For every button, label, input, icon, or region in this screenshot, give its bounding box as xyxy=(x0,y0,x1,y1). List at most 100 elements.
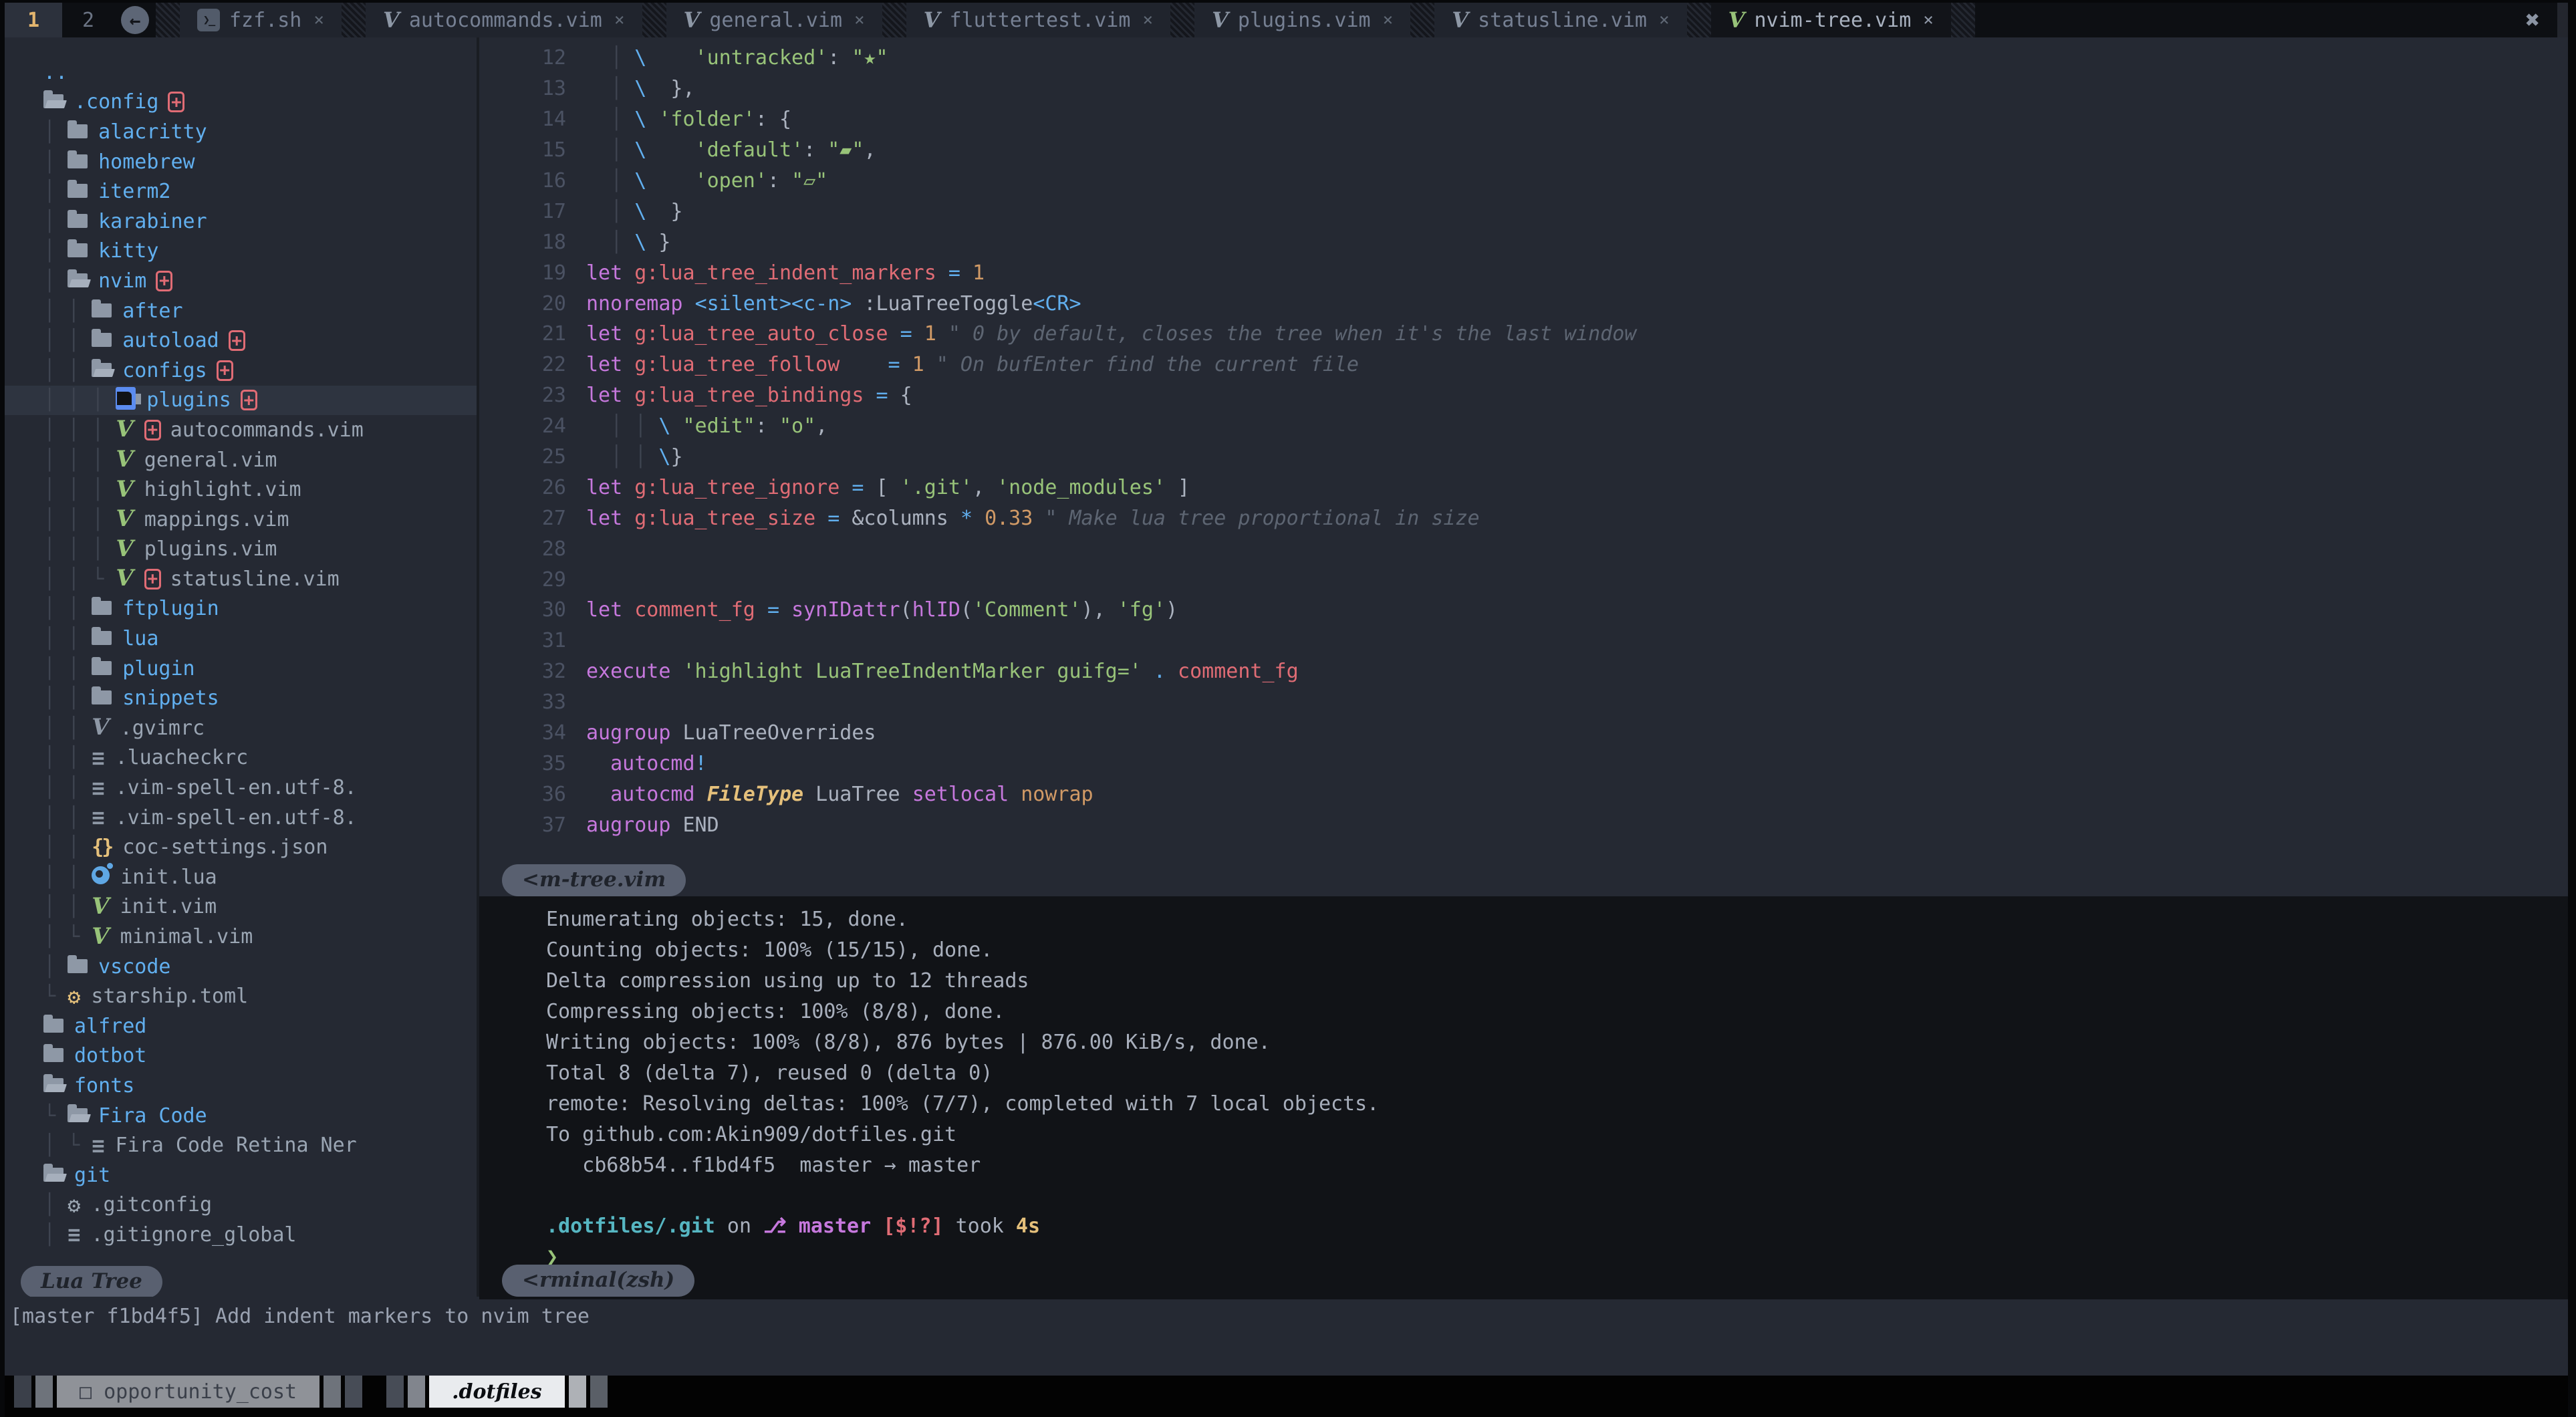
code-text: let comment_fg = synIDattr(hlID('Comment… xyxy=(586,598,1178,622)
tab-close-icon[interactable]: × xyxy=(1923,10,1934,30)
tree-row-kitty[interactable]: │ kitty xyxy=(5,237,477,267)
tree-row-nvim[interactable]: │ nvim+ xyxy=(5,266,477,296)
tree-row-after[interactable]: │ │ after xyxy=(5,296,477,326)
tree-row-homebrew[interactable]: │ homebrew xyxy=(5,147,477,177)
code-line[interactable]: 32execute 'highlight LuaTreeIndentMarker… xyxy=(479,656,2568,687)
tree-row-.gitconfig[interactable]: │ ⚙.gitconfig xyxy=(5,1190,477,1220)
close-all-icon[interactable]: ✖ xyxy=(2525,7,2540,34)
tab-close-icon[interactable]: × xyxy=(1659,10,1670,30)
tree-row-.gvimrc[interactable]: │ │ V.gvimrc xyxy=(5,713,477,743)
code-buffer[interactable]: 12 │ \ 'untracked': "★"13 │ \ },14 │ \ '… xyxy=(479,43,2568,840)
code-line[interactable]: 23let g:lua_tree_bindings = { xyxy=(479,380,2568,411)
tree-row-.vim-spell-en.utf-8.[interactable]: │ │ ≡.vim-spell-en.utf-8. xyxy=(5,803,477,833)
tmux-window-label[interactable]: .dotfiles xyxy=(429,1376,564,1408)
tab-fluttertest.vim[interactable]: Vfluttertest.vim× xyxy=(906,3,1170,37)
code-line[interactable]: 12 │ \ 'untracked': "★" xyxy=(479,43,2568,74)
tab-autocommands.vim[interactable]: Vautocommands.vim× xyxy=(366,3,642,37)
tree-row-statusline.vim[interactable]: │ │ └ V+statusline.vim xyxy=(5,564,477,594)
tab-statusline.vim[interactable]: Vstatusline.vim× xyxy=(1434,3,1686,37)
tree-row-coc-settings.json[interactable]: │ │ {}coc-settings.json xyxy=(5,832,477,862)
tab-nvim-tree.vim[interactable]: Vnvim-tree.vim× xyxy=(1711,3,1951,37)
tree-row-autocommands.vim[interactable]: │ │ │ V+autocommands.vim xyxy=(5,415,477,445)
tree-row-snippets[interactable]: │ │ snippets xyxy=(5,683,477,713)
tree-item-label: lua xyxy=(122,627,158,650)
icon-wrap xyxy=(68,955,88,979)
tree-row-.luacheckrc[interactable]: │ │ ≡.luacheckrc xyxy=(5,743,477,773)
tree-row-autoload[interactable]: │ │ autoload+ xyxy=(5,326,477,356)
tree-row-..[interactable]: .. xyxy=(5,57,477,88)
tree-row-.vim-spell-en.utf-8.[interactable]: │ │ ≡.vim-spell-en.utf-8. xyxy=(5,773,477,803)
tab-fzf.sh[interactable]: ❯_fzf.sh× xyxy=(180,3,342,37)
tree-row-iterm2[interactable]: │ iterm2 xyxy=(5,176,477,207)
code-text: let g:lua_tree_ignore = [ '.git', 'node_… xyxy=(586,476,1190,499)
code-line[interactable]: 25 │ │ \} xyxy=(479,442,2568,473)
tab-close-icon[interactable]: × xyxy=(1383,10,1394,30)
tab-number-1[interactable]: 1 xyxy=(5,3,62,37)
tree-row-init.lua[interactable]: │ │ init.lua xyxy=(5,862,477,892)
tree-row-init.vim[interactable]: │ │ Vinit.vim xyxy=(5,892,477,922)
tree-row-ftplugin[interactable]: │ │ ftplugin xyxy=(5,594,477,624)
tree-row-general.vim[interactable]: │ │ │ Vgeneral.vim xyxy=(5,445,477,475)
code-line[interactable]: 24 │ │ \ "edit": "o", xyxy=(479,411,2568,442)
tree-row-starship.toml[interactable]: └ ⚙starship.toml xyxy=(5,981,477,1011)
json-file-icon: {} xyxy=(92,835,112,859)
code-line[interactable]: 14 │ \ 'folder': { xyxy=(479,104,2568,135)
back-circle-icon[interactable]: ← xyxy=(121,6,149,34)
tab-number-2[interactable]: 2 xyxy=(62,3,114,37)
tree-row-git[interactable]: git xyxy=(5,1160,477,1190)
code-line[interactable]: 33 xyxy=(479,687,2568,718)
tree-row-FiraCode[interactable]: └ Fira Code xyxy=(5,1101,477,1131)
tree-row-mappings.vim[interactable]: │ │ │ Vmappings.vim xyxy=(5,505,477,535)
tree-row-plugin[interactable]: │ │ plugin xyxy=(5,654,477,684)
tree-row-highlight.vim[interactable]: │ │ │ Vhighlight.vim xyxy=(5,475,477,505)
code-line[interactable]: 16 │ \ 'open': "▱" xyxy=(479,166,2568,197)
tree-row-.config[interactable]: .config+ xyxy=(5,88,477,118)
code-line[interactable]: 20nnoremap <silent><c-n> :LuaTreeToggle<… xyxy=(479,288,2568,319)
tab-close-icon[interactable]: × xyxy=(1142,10,1153,30)
tmux-window-label[interactable]: □ opportunity_cost xyxy=(57,1376,319,1408)
code-line[interactable]: 29 xyxy=(479,564,2568,595)
tree-row-minimal.vim[interactable]: │ └ Vminimal.vim xyxy=(5,922,477,952)
code-line[interactable]: 19let g:lua_tree_indent_markers = 1 xyxy=(479,257,2568,288)
tmux-window-2[interactable]: .dotfiles xyxy=(386,1376,611,1408)
code-line[interactable]: 37augroup END xyxy=(479,809,2568,840)
code-line[interactable]: 21let g:lua_tree_auto_close = 1 " 0 by d… xyxy=(479,319,2568,350)
tree-row-alfred[interactable]: alfred xyxy=(5,1011,477,1041)
tab-plugins.vim[interactable]: Vplugins.vim× xyxy=(1194,3,1410,37)
tree-row-plugins.vim[interactable]: │ │ │ Vplugins.vim xyxy=(5,535,477,565)
code-line[interactable]: 17 │ \ } xyxy=(479,196,2568,227)
editor-pane[interactable]: 12 │ \ 'untracked': "★"13 │ \ },14 │ \ '… xyxy=(479,37,2568,896)
tree-item-label: mappings.vim xyxy=(144,508,289,531)
tree-row-vscode[interactable]: │ vscode xyxy=(5,952,477,982)
tree-row-karabiner[interactable]: │ karabiner xyxy=(5,207,477,237)
tab-close-icon[interactable]: × xyxy=(614,10,625,30)
tab-close-icon[interactable]: × xyxy=(313,10,324,30)
code-line[interactable]: 26let g:lua_tree_ignore = [ '.git', 'nod… xyxy=(479,472,2568,503)
code-line[interactable]: 28 xyxy=(479,533,2568,564)
tab-close-icon[interactable]: × xyxy=(854,10,865,30)
tmux-window-1[interactable]: □ opportunity_cost xyxy=(14,1376,366,1408)
tree-row-plugins[interactable]: │ │ │ plugins+ xyxy=(5,386,477,416)
code-line[interactable]: 18 │ \ } xyxy=(479,227,2568,257)
tree-row-.gitignoreglobal[interactable]: │ ≡.gitignore_global xyxy=(5,1220,477,1250)
terminal-pane[interactable]: Enumerating objects: 15, done.Counting o… xyxy=(479,896,2568,1299)
tree-row-configs[interactable]: │ │ configs+ xyxy=(5,356,477,386)
tree-row-dotbot[interactable]: dotbot xyxy=(5,1041,477,1071)
vim-icon: V xyxy=(1452,9,1468,31)
code-line[interactable]: 13 │ \ }, xyxy=(479,74,2568,104)
tab-general.vim[interactable]: Vgeneral.vim× xyxy=(666,3,882,37)
folder-icon xyxy=(92,631,112,645)
file-tree-sidebar: ...config+│ alacritty│ homebrew│ iterm2│… xyxy=(5,37,477,1297)
code-line[interactable]: 34augroup LuaTreeOverrides xyxy=(479,718,2568,749)
tree-row-fonts[interactable]: fonts xyxy=(5,1071,477,1101)
code-line[interactable]: 36 autocmd FileType LuaTree setlocal now… xyxy=(479,779,2568,809)
tree-row-lua[interactable]: │ │ lua xyxy=(5,624,477,654)
code-line[interactable]: 15 │ \ 'default': "▰", xyxy=(479,135,2568,166)
code-line[interactable]: 31 xyxy=(479,626,2568,656)
code-line[interactable]: 30let comment_fg = synIDattr(hlID('Comme… xyxy=(479,595,2568,626)
tree-row-alacritty[interactable]: │ alacritty xyxy=(5,117,477,147)
code-line[interactable]: 35 autocmd! xyxy=(479,748,2568,779)
tree-row-FiraCodeRetinaNer[interactable]: │ └ ≡Fira Code Retina Ner xyxy=(5,1130,477,1160)
code-line[interactable]: 27let g:lua_tree_size = &columns * 0.33 … xyxy=(479,503,2568,533)
code-line[interactable]: 22let g:lua_tree_follow = 1 " On bufEnte… xyxy=(479,350,2568,380)
